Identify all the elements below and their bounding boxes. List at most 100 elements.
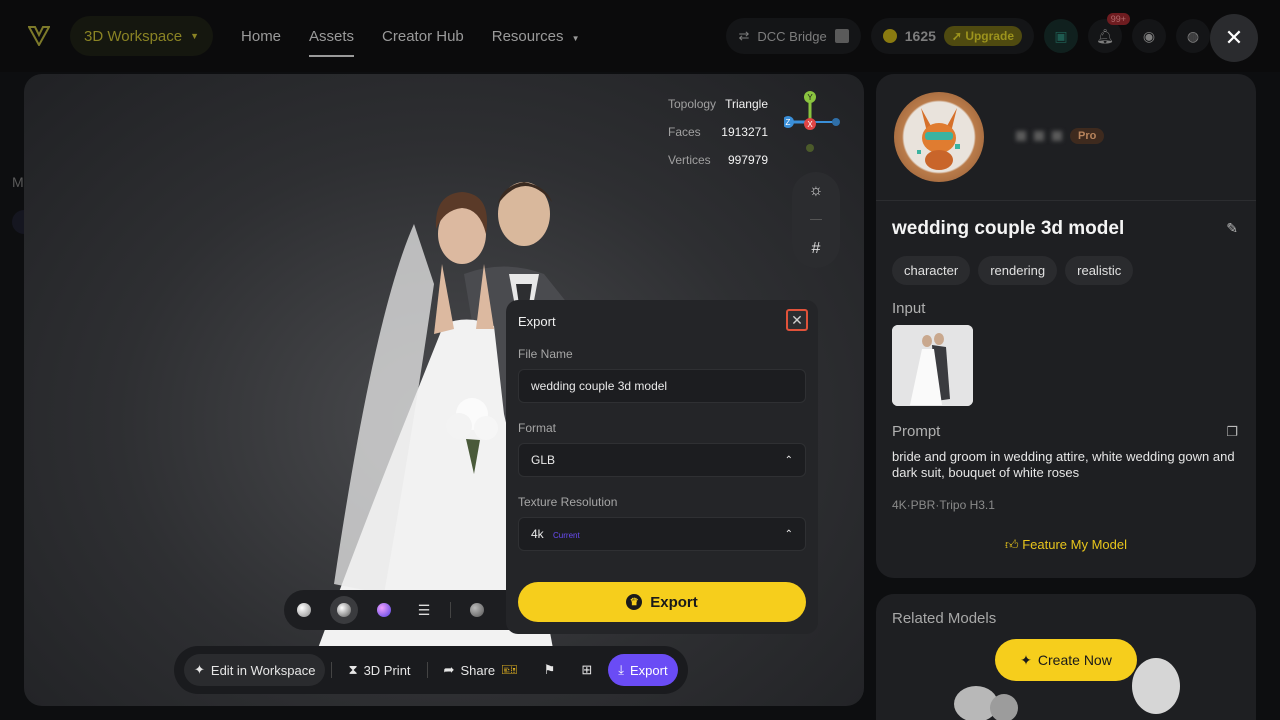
model-meta: 4K·PBR·Tripo H3.1	[892, 498, 995, 512]
axis-x-label: X	[807, 120, 813, 129]
print-label: 3D Print	[363, 662, 411, 678]
feature-label: Feature My Model	[1022, 537, 1127, 552]
crown-icon: ♛	[626, 594, 643, 610]
stat-label: Topology	[668, 97, 717, 111]
sparkle-icon: ✦	[194, 662, 205, 677]
create-now-label: Create Now	[1037, 652, 1112, 668]
gray-sphere-icon[interactable]	[463, 596, 491, 624]
caret-down-icon: ▼	[190, 31, 200, 41]
username-blurred: Pro	[1016, 128, 1105, 144]
normal-sphere-icon[interactable]	[370, 596, 398, 624]
matcap-sphere-icon[interactable]	[330, 596, 358, 624]
ticket-icon: 🎫︎	[501, 662, 518, 677]
model-title: wedding couple 3d model	[892, 218, 1125, 239]
dcc-bridge-button[interactable]: ⇄ DCC Bridge	[726, 18, 861, 54]
nav-right: ⇄ DCC Bridge 1625 ➚ Upgrade ▣ 🔔︎ 99+ ◉ ◍	[726, 13, 1210, 54]
bell-glyph: 🔔︎	[1096, 27, 1114, 44]
related-title: Related Models	[892, 610, 997, 627]
nav-resources[interactable]: Resources ▼	[492, 28, 580, 45]
tag-list: character rendering realistic	[892, 256, 1134, 285]
logo-icon[interactable]	[24, 21, 54, 51]
input-photo	[892, 325, 973, 406]
divider	[876, 200, 1256, 201]
pro-badge: Pro	[1070, 128, 1105, 144]
input-label: Input	[892, 300, 926, 317]
file-name-input[interactable]: wedding couple 3d model	[518, 369, 806, 403]
bookmark-icon[interactable]: ⊞	[571, 654, 602, 686]
input-image-thumbnail[interactable]	[892, 325, 973, 406]
tag-chip[interactable]: realistic	[1065, 256, 1134, 285]
credits-pill[interactable]: 1625 ➚ Upgrade	[870, 18, 1034, 54]
grid-icon[interactable]: #	[812, 240, 821, 258]
globe-icon[interactable]: ◍	[1176, 19, 1210, 53]
stat-vertices: Vertices 997979	[668, 146, 768, 174]
axis-gizmo[interactable]: Y Z X	[784, 88, 854, 158]
rocket-icon: ➚	[951, 29, 962, 43]
discord-icon[interactable]: ◉	[1132, 19, 1166, 53]
close-icon[interactable]: ✕	[786, 309, 808, 331]
caret-down-icon: ▼	[571, 33, 580, 43]
format-select[interactable]: GLB ⌃	[518, 443, 806, 477]
stat-label: Vertices	[668, 153, 711, 167]
chevron-up-icon: ⌃	[784, 454, 793, 466]
copy-icon[interactable]: ❐	[1226, 424, 1238, 440]
nav-assets[interactable]: Assets	[309, 28, 355, 57]
bell-icon[interactable]: 🔔︎ 99+	[1088, 13, 1130, 53]
workspace-label: 3D Workspace	[84, 27, 183, 45]
texture-value: 4k	[531, 527, 544, 541]
feature-my-model-link[interactable]: 👍︎ Feature My Model	[876, 537, 1256, 553]
export-label: Export	[629, 662, 668, 678]
export-button[interactable]: ⤓ Export	[608, 654, 678, 686]
notification-badge: 99+	[1106, 13, 1130, 25]
upgrade-button[interactable]: ➚ Upgrade	[943, 26, 1022, 46]
model-action-bar: ✦ Edit in Workspace ⧗ 3D Print ➦ Share 🎫…	[174, 646, 688, 694]
edit-label: Edit in Workspace	[210, 662, 316, 678]
edit-in-workspace-button[interactable]: ✦ Edit in Workspace	[184, 654, 326, 686]
divider	[331, 662, 333, 678]
lighting-icon[interactable]: ☼	[809, 182, 824, 200]
gift-icon[interactable]: ▣	[1044, 19, 1078, 53]
credits-count: 1625	[904, 28, 936, 44]
tag-chip[interactable]: character	[892, 256, 971, 285]
bridge-icon: ⇄	[738, 28, 750, 43]
create-now-button[interactable]: ✦ Create Now	[995, 639, 1137, 681]
divider	[426, 662, 428, 678]
close-icon[interactable]: ✕	[1210, 14, 1258, 62]
format-label: Format	[518, 421, 557, 435]
stat-topology: Topology Triangle	[668, 90, 768, 118]
download-icon: ⤓	[618, 662, 624, 677]
sliders-icon[interactable]: ☰	[410, 596, 438, 624]
upgrade-label: Upgrade	[965, 29, 1014, 43]
share-button[interactable]: ➦ Share 🎫︎	[434, 654, 528, 686]
file-name-label: File Name	[518, 347, 573, 361]
format-value: GLB	[531, 453, 556, 467]
export-button-label: Export	[650, 593, 698, 611]
share-arrow-icon: ➦	[443, 662, 455, 677]
fox-avatar-icon	[917, 108, 960, 170]
coin-icon	[882, 29, 897, 43]
prompt-label: Prompt	[892, 423, 941, 440]
background-text: M	[12, 174, 24, 190]
avatar[interactable]	[894, 92, 984, 182]
axis-z-label: Z	[786, 118, 791, 127]
texture-resolution-select[interactable]: 4k Current ⌃	[518, 517, 806, 551]
stat-value: Triangle	[725, 97, 768, 111]
model-detail-panel: Pro wedding couple 3d model ✎ character …	[876, 74, 1256, 578]
pencil-icon[interactable]: ✎	[1226, 220, 1238, 237]
stat-value: 997979	[727, 153, 768, 167]
nav-home[interactable]: Home	[241, 28, 281, 45]
divider	[810, 219, 822, 221]
clay-sphere-icon[interactable]	[290, 596, 318, 624]
nav-resources-label: Resources	[491, 27, 564, 45]
workspace-dropdown[interactable]: 3D Workspace ▼	[70, 16, 214, 56]
nav-creator-hub[interactable]: Creator Hub	[382, 28, 464, 45]
share-label: Share	[460, 662, 496, 678]
texture-resolution-label: Texture Resolution	[518, 495, 618, 509]
3d-print-button[interactable]: ⧗ 3D Print	[338, 654, 420, 686]
confirm-export-button[interactable]: ♛ Export	[518, 582, 806, 622]
render-mode-bar: ☰	[284, 590, 544, 630]
export-dialog: Export ✕ File Name wedding couple 3d mod…	[506, 300, 818, 634]
thumbs-up-icon: 👍︎	[1005, 537, 1019, 552]
tag-chip[interactable]: rendering	[978, 256, 1058, 285]
flag-icon[interactable]: ⚑	[534, 654, 566, 686]
